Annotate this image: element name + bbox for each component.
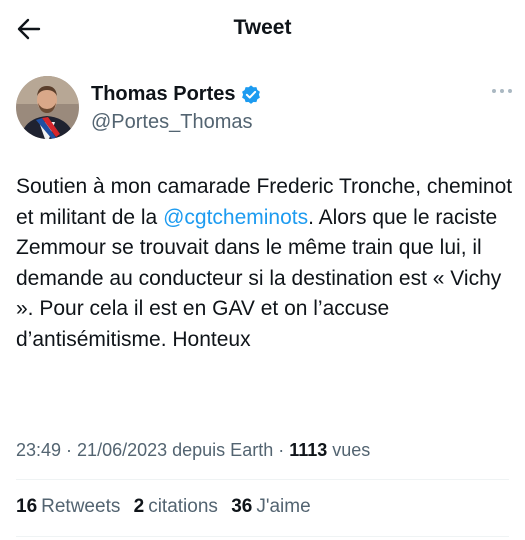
quotes-stat[interactable]: 2 citations xyxy=(134,496,218,517)
likes-stat[interactable]: 36 J'aime xyxy=(231,496,310,517)
tweet-source: depuis Earth xyxy=(167,440,274,460)
avatar[interactable] xyxy=(16,76,79,139)
author-block: Thomas Portes @Portes_Thomas xyxy=(16,76,516,142)
tweet-meta: 23:49 · 21/06/2023 depuis Earth · 1113 v… xyxy=(16,440,370,461)
author-handle[interactable]: @Portes_Thomas xyxy=(91,111,252,134)
likes-count: 36 xyxy=(231,496,253,517)
tweet-time[interactable]: 23:49 xyxy=(16,440,61,460)
more-horizontal-icon[interactable] xyxy=(490,84,514,98)
views-count: 1113 xyxy=(289,440,328,460)
engagement-stats: 16 Retweets 2 citations 36 J'aime xyxy=(16,496,319,518)
divider xyxy=(16,479,509,480)
tweet-text: Soutien à mon camarade Frederic Tronche,… xyxy=(16,172,516,355)
divider xyxy=(16,536,509,537)
tweet-date[interactable]: 21/06/2023 xyxy=(77,440,167,460)
views-label: vues xyxy=(327,440,371,460)
verified-badge-icon xyxy=(242,84,261,104)
author-name[interactable]: Thomas Portes xyxy=(91,83,262,106)
retweets-count: 16 xyxy=(16,496,38,517)
page-title: Tweet xyxy=(233,16,292,39)
meta-separator: · xyxy=(273,440,290,460)
meta-separator: · xyxy=(61,440,78,460)
quotes-label: citations xyxy=(148,496,218,517)
header: Tweet xyxy=(0,0,525,60)
author-name-label: Thomas Portes xyxy=(91,83,236,105)
mention-link[interactable]: @cgtcheminots xyxy=(163,206,308,229)
quotes-count: 2 xyxy=(133,496,145,517)
retweets-label: Retweets xyxy=(41,496,121,517)
retweets-stat[interactable]: 16 Retweets xyxy=(16,496,120,517)
likes-label: J'aime xyxy=(256,496,311,517)
